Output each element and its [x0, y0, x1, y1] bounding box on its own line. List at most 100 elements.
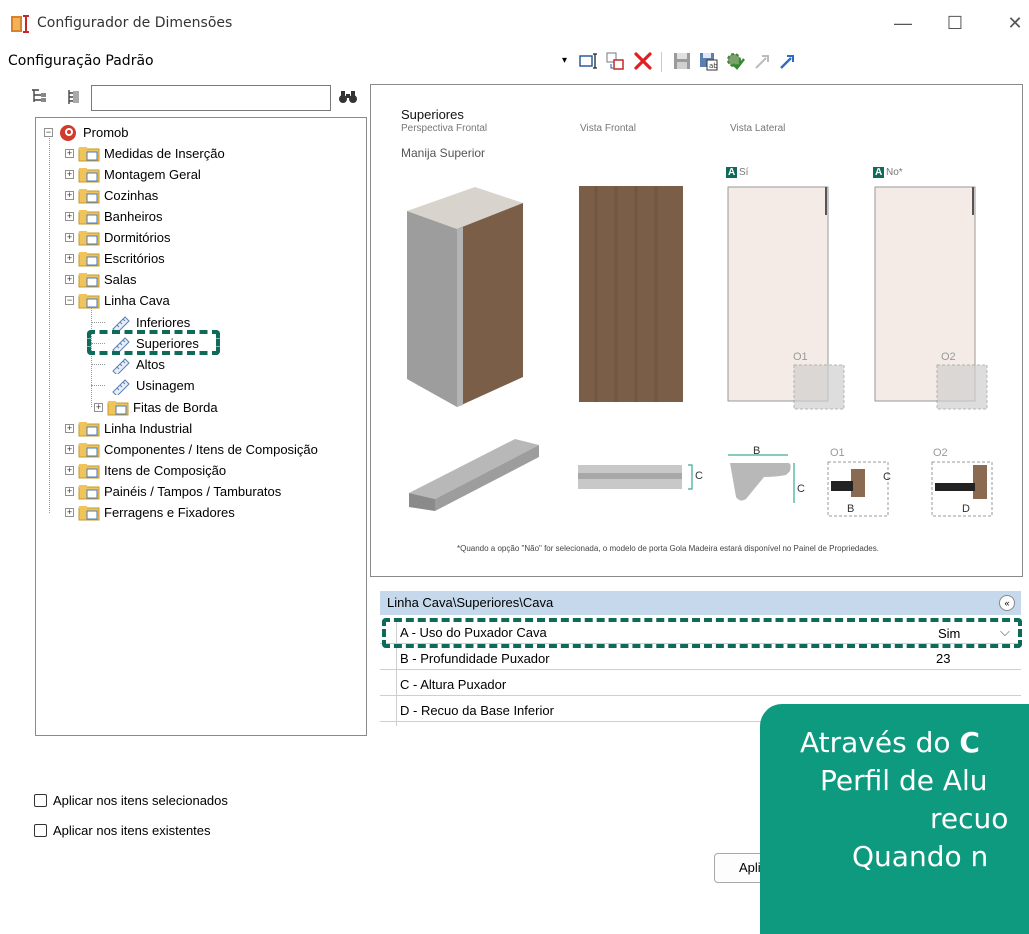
expand-disabled-icon[interactable] — [752, 50, 774, 72]
callout-line: recuo — [930, 802, 1009, 835]
expand-icon[interactable]: + — [65, 275, 74, 284]
folder-icon — [78, 146, 100, 161]
callout-bold-text: C — [959, 726, 980, 759]
expand-icon[interactable]: + — [65, 466, 74, 475]
tree-item-usinagem[interactable]: Usinagem — [110, 375, 195, 396]
preview-panel: Superiores Perspectiva Frontal Vista Fro… — [370, 84, 1023, 577]
checkbox-label: Aplicar nos itens existentes — [53, 823, 211, 838]
ruler-icon — [112, 357, 130, 374]
ruler-icon — [112, 378, 130, 395]
tree-item-promob[interactable]: − Promob — [44, 122, 129, 143]
maximize-button[interactable]: ☐ — [935, 8, 975, 38]
o2-detail-label: O2 — [933, 447, 948, 459]
expand-icon[interactable]: + — [65, 424, 74, 433]
save-icon[interactable] — [671, 50, 693, 72]
side-view-yes-illustration — [727, 186, 845, 410]
tree-item-itens[interactable]: + Itens de Composição — [65, 460, 226, 481]
tree-item-label: Promob — [83, 125, 129, 140]
property-value[interactable]: 23 — [936, 651, 950, 666]
callout-line: Através do C — [800, 726, 980, 759]
svg-text:ab: ab — [709, 62, 718, 70]
callout-line: Quando n — [852, 840, 989, 873]
tree-item-salas[interactable]: + Salas — [65, 269, 137, 290]
folder-icon — [78, 442, 100, 457]
apply-selected-checkbox[interactable]: Aplicar nos itens selecionados — [34, 793, 228, 808]
option-yes-label: Sí — [739, 167, 749, 178]
tree-item-componentes[interactable]: + Componentes / Itens de Composição — [65, 439, 318, 460]
property-row[interactable]: C - Altura Puxador — [380, 674, 1021, 696]
tree-item-label: Dormitórios — [104, 230, 171, 245]
minimize-button[interactable]: — — [883, 8, 923, 38]
tree-item-montagem[interactable]: + Montagem Geral — [65, 164, 201, 185]
folder-icon — [78, 209, 100, 224]
folder-open-icon — [78, 293, 100, 308]
handle-side-illustration — [728, 454, 795, 503]
tree-item-medidas[interactable]: + Medidas de Inserção — [65, 143, 225, 164]
tree-item-cozinhas[interactable]: + Cozinhas — [65, 185, 158, 206]
o2-label: O2 — [941, 351, 956, 363]
folder-icon — [78, 188, 100, 203]
property-row[interactable]: B - Profundidade Puxador 23 — [380, 648, 1021, 670]
checkbox-box[interactable] — [34, 794, 47, 807]
settings-check-icon[interactable] — [724, 50, 746, 72]
tree-item-escritorios[interactable]: + Escritórios — [65, 248, 165, 269]
copy-icon[interactable] — [604, 50, 626, 72]
side-view-label: Vista Lateral — [730, 123, 786, 134]
expand-icon[interactable]: + — [65, 149, 74, 158]
tree-guide — [91, 322, 105, 323]
tree-item-label: Painéis / Tampos / Tamburatos — [104, 484, 282, 499]
expand-icon[interactable]: + — [65, 191, 74, 200]
window-title: Configurador de Dimensões — [37, 15, 233, 31]
tree-search-input[interactable] — [91, 85, 331, 111]
expand-icon[interactable]: + — [65, 487, 74, 496]
tree-item-paineis[interactable]: + Painéis / Tampos / Tamburatos — [65, 481, 281, 502]
close-button[interactable]: ✕ — [995, 8, 1029, 38]
expand-tree-icon[interactable] — [30, 88, 48, 106]
tree-guide — [49, 138, 50, 513]
checkbox-box[interactable] — [34, 824, 47, 837]
tree-item-label: Altos — [136, 357, 165, 372]
property-label: C - Altura Puxador — [400, 677, 507, 692]
expand-icon[interactable] — [777, 50, 799, 72]
tree-item-label: Escritórios — [104, 251, 165, 266]
perspective-label: Perspectiva Frontal — [401, 123, 488, 134]
save-as-icon[interactable]: ab — [697, 50, 719, 72]
binoculars-icon[interactable] — [338, 88, 358, 106]
dim-b2-label: B — [847, 503, 855, 515]
tree-item-fitas[interactable]: + Fitas de Borda — [94, 397, 218, 418]
expand-icon[interactable]: + — [65, 445, 74, 454]
side-view-no-illustration — [874, 186, 988, 410]
dim-b-label: B — [753, 445, 761, 457]
tree-guide — [91, 364, 105, 365]
collapse-icon[interactable]: − — [65, 296, 74, 305]
front-view-illustration — [579, 186, 683, 402]
collapse-tree-icon[interactable] — [64, 88, 82, 106]
tree-item-linha-cava[interactable]: − Linha Cava — [65, 290, 170, 311]
delete-icon[interactable] — [632, 50, 654, 72]
chevron-down-icon[interactable]: ▾ — [562, 55, 567, 66]
expand-icon[interactable]: + — [65, 233, 74, 242]
expand-icon[interactable]: + — [65, 170, 74, 179]
expand-icon[interactable]: + — [94, 403, 103, 412]
tree-item-dormitorios[interactable]: + Dormitórios — [65, 227, 170, 248]
front-view-label: Vista Frontal — [580, 123, 636, 134]
tree-item-banheiros[interactable]: + Banheiros — [65, 206, 163, 227]
badge-a-no: A — [873, 167, 885, 178]
apply-existing-checkbox[interactable]: Aplicar nos itens existentes — [34, 823, 211, 838]
option-no-label: No* — [886, 167, 903, 178]
expand-icon[interactable]: + — [65, 508, 74, 517]
tree-item-linha-industrial[interactable]: + Linha Industrial — [65, 418, 192, 439]
expand-icon[interactable]: + — [65, 212, 74, 221]
expand-icon[interactable]: + — [65, 254, 74, 263]
app-icon — [11, 15, 29, 33]
folder-icon — [78, 463, 100, 478]
property-path-header: Linha Cava\Superiores\Cava — [380, 591, 1021, 615]
collapse-icon[interactable]: − — [44, 128, 53, 137]
property-label: D - Recuo da Base Inferior — [400, 703, 554, 718]
config-select[interactable]: Configuração Padrão — [8, 53, 154, 69]
tree-item-label: Itens de Composição — [104, 463, 227, 478]
rename-icon[interactable] — [577, 50, 599, 72]
collapse-up-icon[interactable]: « — [999, 595, 1015, 611]
tree-item-ferragens[interactable]: + Ferragens e Fixadores — [65, 502, 235, 523]
tree-item-altos[interactable]: Altos — [110, 354, 165, 375]
